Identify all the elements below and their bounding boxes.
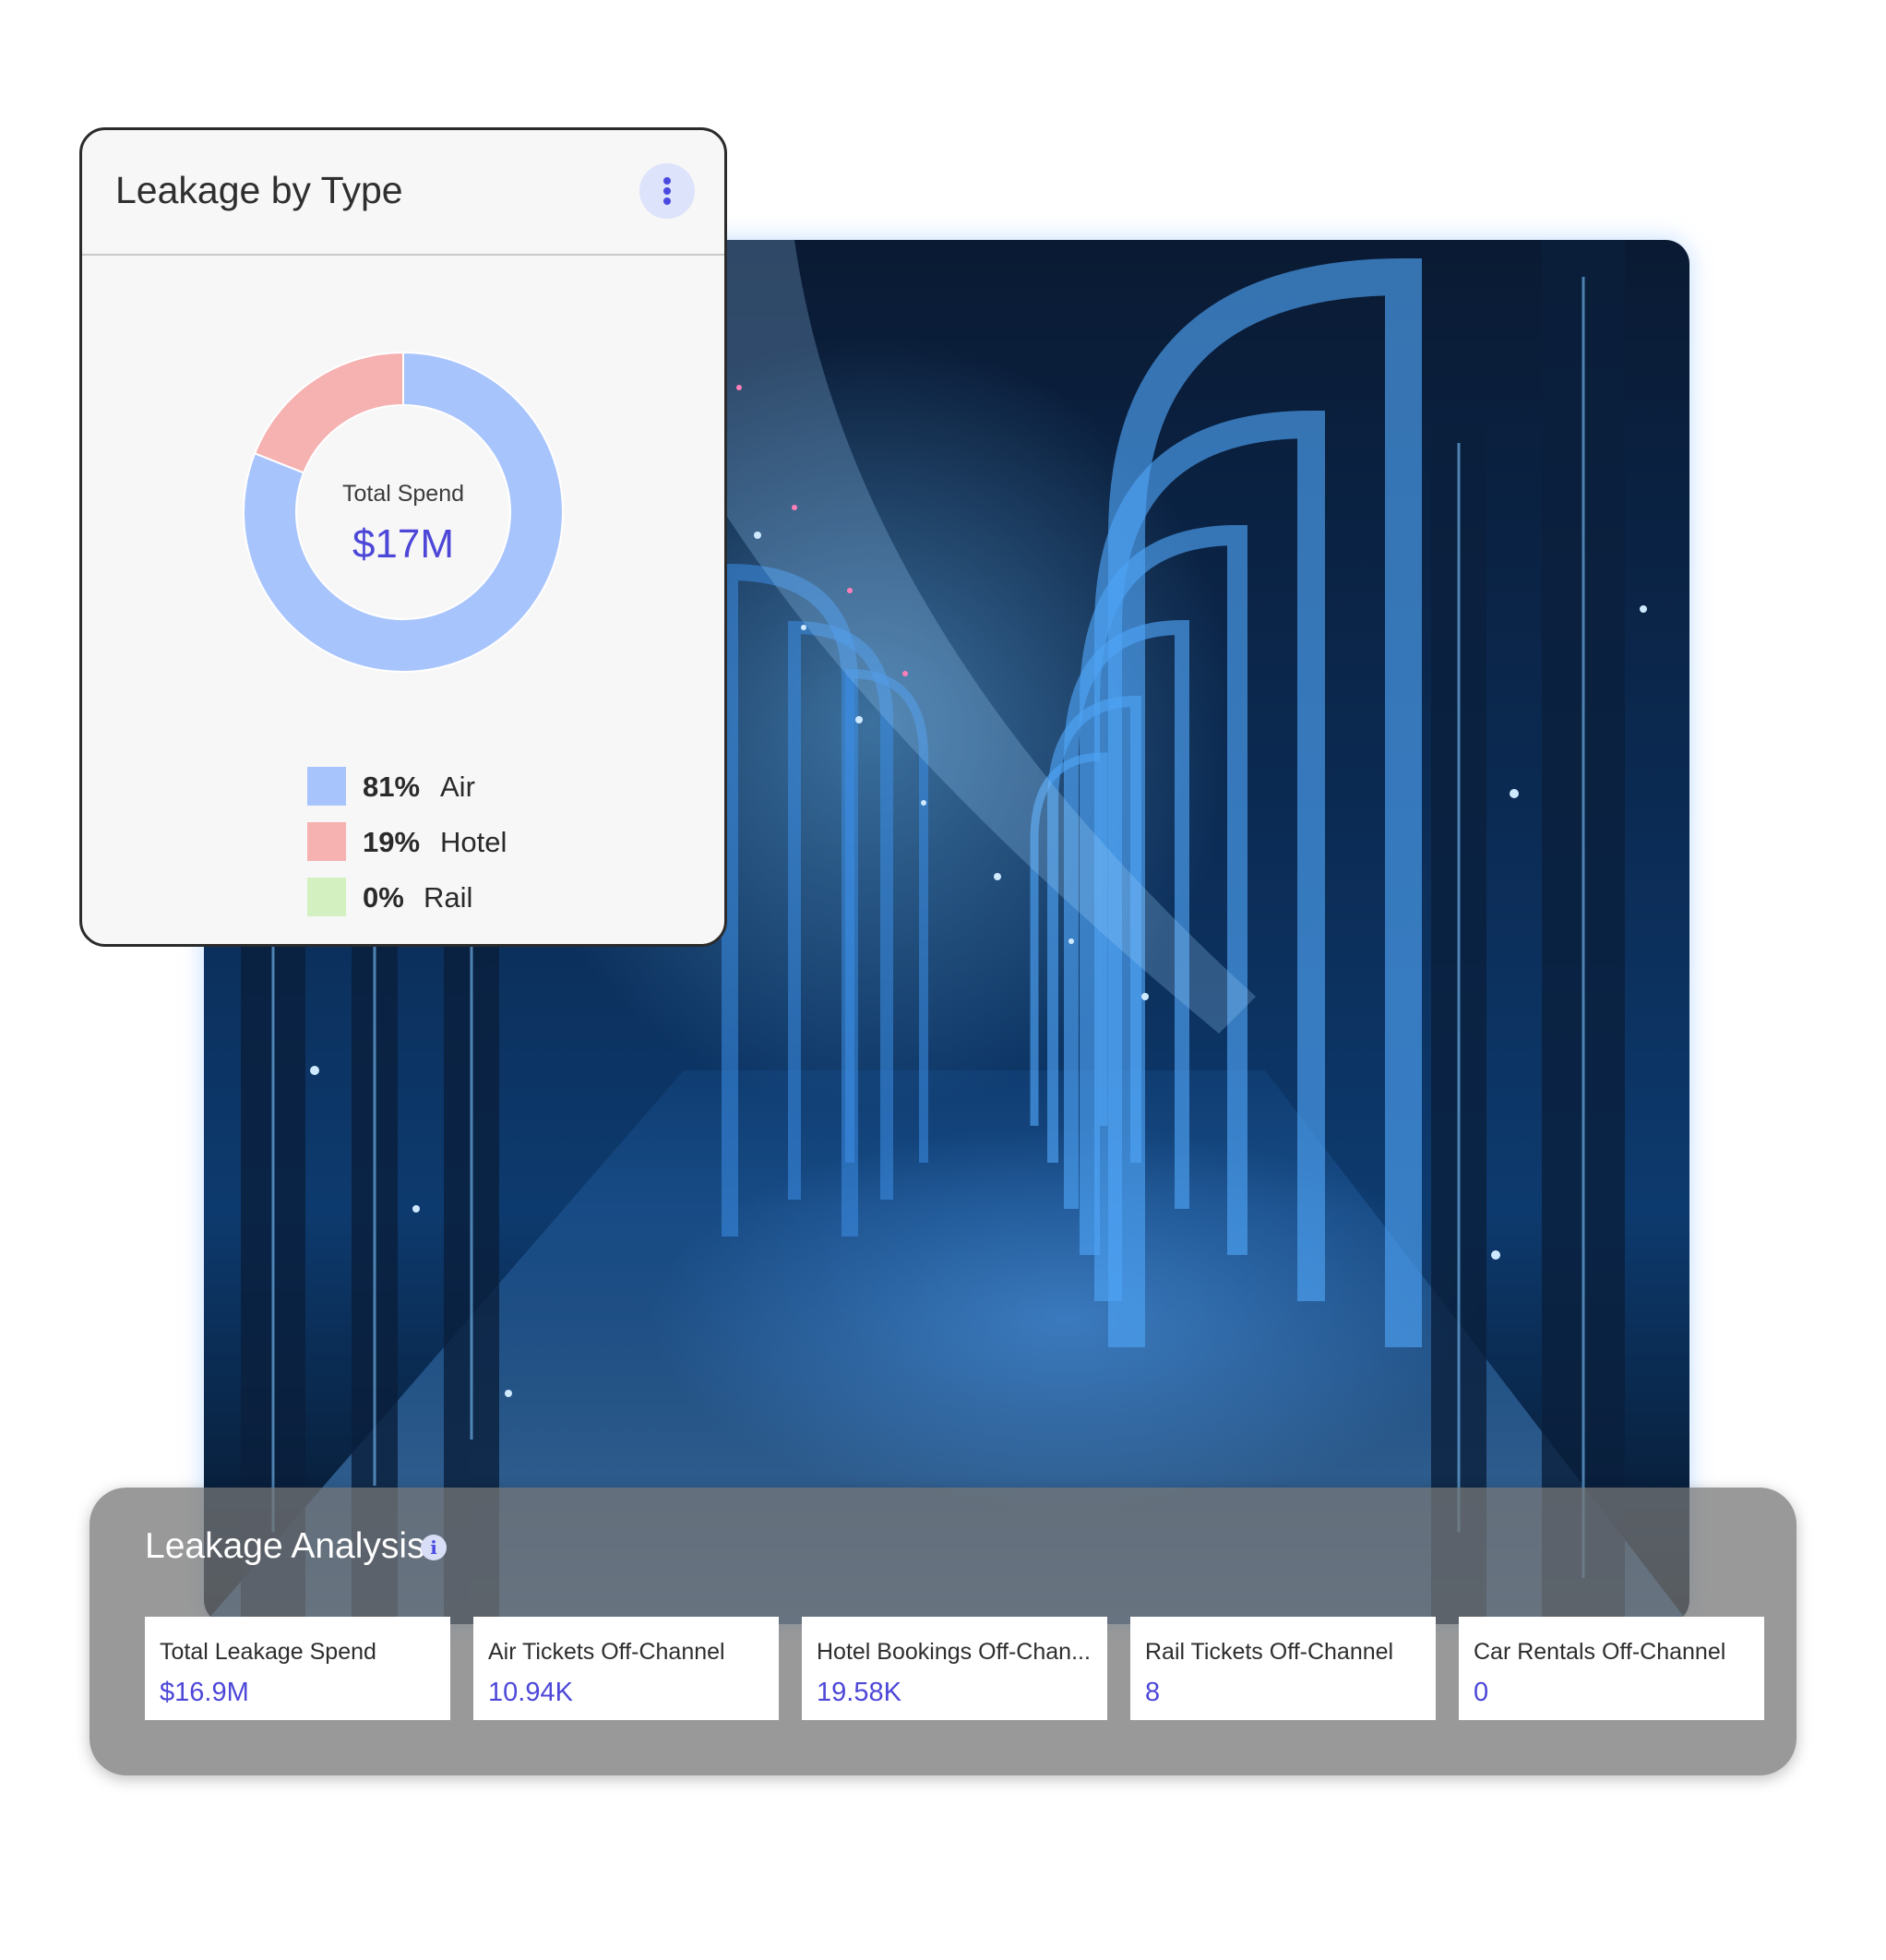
legend-swatch	[307, 822, 346, 861]
metric-label: Hotel Bookings Off-Chan...	[817, 1639, 1091, 1665]
metric-label: Rail Tickets Off-Channel	[1145, 1639, 1394, 1665]
metric-value: 0	[1474, 1678, 1489, 1707]
metric-value: 8	[1145, 1678, 1161, 1707]
legend-percent: 19%	[363, 826, 421, 858]
total-spend-caption: Total Spend	[341, 481, 465, 507]
metric-value: 19.58K	[817, 1678, 901, 1707]
card-header: Leakage by Type	[82, 130, 724, 256]
card-title: Leakage by Type	[115, 169, 403, 211]
panel-title: Leakage Analysis	[145, 1526, 425, 1566]
leakage-analysis-panel: Leakage Analysis i Total Leakage Spend $…	[90, 1488, 1796, 1775]
legend-item-hotel: 19% Hotel	[307, 822, 584, 878]
total-spend-value: $17M	[352, 521, 455, 567]
chart-legend: 81% Air 19% Hotel 0% Rail	[307, 767, 584, 933]
metric-label: Air Tickets Off-Channel	[488, 1639, 725, 1665]
legend-percent: 0%	[363, 881, 404, 914]
metric-card-rail-tickets[interactable]: Rail Tickets Off-Channel 8	[1130, 1617, 1436, 1720]
legend-label: Rail	[424, 881, 473, 914]
legend-item-rail: 0% Rail	[307, 878, 584, 933]
legend-label: Air	[440, 771, 475, 803]
metric-label: Car Rentals Off-Channel	[1474, 1639, 1726, 1665]
metric-card-hotel-bookings[interactable]: Hotel Bookings Off-Chan... 19.58K	[802, 1617, 1107, 1720]
legend-swatch	[307, 878, 346, 916]
metric-label: Total Leakage Spend	[160, 1639, 376, 1665]
legend-percent: 81%	[363, 771, 421, 803]
legend-item-air: 81% Air	[307, 767, 584, 822]
metric-card-air-tickets[interactable]: Air Tickets Off-Channel 10.94K	[473, 1617, 779, 1720]
metric-card-car-rentals[interactable]: Car Rentals Off-Channel 0	[1459, 1617, 1764, 1720]
metric-card-total-leakage-spend[interactable]: Total Leakage Spend $16.9M	[145, 1617, 450, 1720]
info-icon[interactable]: i	[421, 1535, 447, 1560]
metric-value: $16.9M	[160, 1678, 249, 1707]
donut-slice-hotel[interactable]	[253, 351, 404, 474]
more-options-icon[interactable]	[639, 163, 695, 219]
metric-value: 10.94K	[488, 1678, 573, 1707]
legend-swatch	[307, 767, 346, 806]
legend-label: Hotel	[440, 826, 507, 858]
leakage-by-type-card: Leakage by Type Total Spend $17M 81% Air…	[79, 127, 727, 947]
